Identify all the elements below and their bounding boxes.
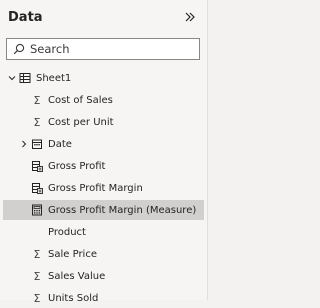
calculated-column-icon bbox=[30, 181, 44, 195]
field-label: Units Sold bbox=[48, 292, 99, 304]
field-tree: Sheet1 Σ Cost of Sales Σ Cost per Unit D… bbox=[0, 68, 207, 308]
field-label: Sales Value bbox=[48, 270, 106, 282]
calendar-icon bbox=[30, 137, 44, 151]
field-cost-per-unit[interactable]: Σ Cost per Unit bbox=[3, 112, 204, 132]
blank-icon bbox=[30, 225, 44, 239]
field-label: Product bbox=[48, 226, 86, 238]
calculated-column-icon bbox=[30, 159, 44, 173]
field-gross-profit[interactable]: Gross Profit bbox=[3, 156, 204, 176]
collapse-pane-button[interactable] bbox=[181, 8, 199, 26]
pane-header: Data bbox=[0, 0, 207, 34]
sigma-icon: Σ bbox=[33, 291, 41, 305]
field-gross-profit-margin[interactable]: Gross Profit Margin bbox=[3, 178, 204, 198]
search-input[interactable] bbox=[25, 42, 180, 56]
field-date[interactable]: Date bbox=[3, 134, 204, 154]
field-cost-of-sales[interactable]: Σ Cost of Sales bbox=[3, 90, 204, 110]
field-label: Gross Profit bbox=[48, 160, 106, 172]
double-chevron-right-icon bbox=[185, 12, 195, 22]
field-gross-profit-margin-measure[interactable]: Gross Profit Margin (Measure) bbox=[3, 200, 204, 220]
table-icon bbox=[18, 71, 32, 85]
table-label: Sheet1 bbox=[36, 72, 72, 84]
sigma-icon: Σ bbox=[33, 269, 41, 283]
search-icon bbox=[13, 43, 25, 55]
field-units-sold[interactable]: Σ Units Sold bbox=[3, 288, 204, 308]
table-sheet1[interactable]: Sheet1 bbox=[3, 68, 204, 88]
field-label: Gross Profit Margin bbox=[48, 182, 143, 194]
field-label: Sale Price bbox=[48, 248, 97, 260]
data-pane: Data Sheet1 bbox=[0, 0, 208, 304]
chevron-down-icon[interactable] bbox=[6, 72, 18, 84]
field-sales-value[interactable]: Σ Sales Value bbox=[3, 266, 204, 286]
field-label: Cost per Unit bbox=[48, 116, 114, 128]
field-label: Date bbox=[48, 138, 72, 150]
search-box[interactable] bbox=[6, 38, 200, 60]
pane-title: Data bbox=[8, 9, 43, 25]
field-sale-price[interactable]: Σ Sale Price bbox=[3, 244, 204, 264]
chevron-right-icon[interactable] bbox=[18, 138, 30, 150]
field-label: Cost of Sales bbox=[48, 94, 113, 106]
sigma-icon: Σ bbox=[33, 247, 41, 261]
measure-icon bbox=[30, 203, 44, 217]
sigma-icon: Σ bbox=[33, 93, 41, 107]
field-product[interactable]: Product bbox=[3, 222, 204, 242]
sigma-icon: Σ bbox=[33, 115, 41, 129]
field-label: Gross Profit Margin (Measure) bbox=[48, 204, 197, 216]
